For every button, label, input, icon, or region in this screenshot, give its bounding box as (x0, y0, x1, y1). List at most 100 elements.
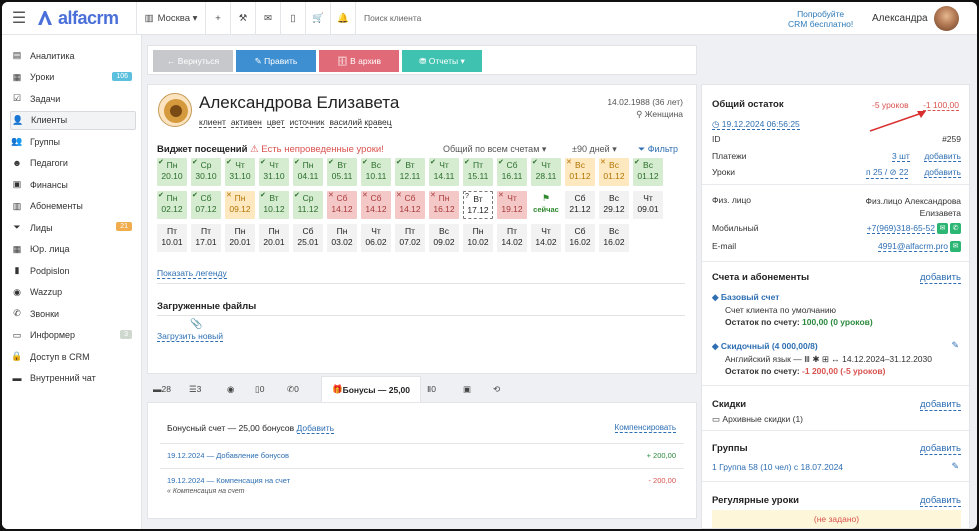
tab-0[interactable]: ▬ 28 (153, 376, 181, 402)
sidebar-item-12[interactable]: ✆ Звонки (10, 304, 136, 323)
attendance-cell[interactable]: Вс 09.02 (429, 224, 459, 252)
attendance-cell[interactable]: Чт 06.02 (361, 224, 391, 252)
attendance-cell[interactable]: ✔ Чт 31.10 (259, 158, 289, 186)
search-input[interactable]: Поиск клиента (356, 13, 656, 23)
attendance-cell[interactable]: ✔ Вт 10.12 (259, 191, 289, 219)
tab-3[interactable]: ▯ 0 (255, 376, 283, 402)
attendance-cell[interactable]: ✔ Вт 12.11 (395, 158, 425, 186)
attendance-cell[interactable]: ✕ Вс 01.12 (565, 158, 595, 186)
attendance-cell[interactable]: ✔ Вс 10.11 (361, 158, 391, 186)
attendance-cell[interactable]: ⚑ сейчас (531, 191, 561, 219)
upload-link[interactable]: Загрузить новый (157, 331, 223, 342)
attendance-cell[interactable]: Пт 17.01 (191, 224, 221, 252)
attendance-cell[interactable]: ✔ Сб 07.12 (191, 191, 221, 219)
hamburger-icon[interactable]: ☰ (2, 8, 36, 28)
attendance-cell[interactable]: ✔ Вт 05.11 (327, 158, 357, 186)
client-tag[interactable]: активен (230, 117, 262, 128)
tab-8[interactable]: ⟲ (493, 376, 521, 402)
sidebar-item-13[interactable]: ▭ Информер 3 (10, 326, 136, 345)
attendance-cell[interactable]: ? Вт 17.12 (463, 191, 493, 219)
balance-date[interactable]: ◷ 19.12.2024 06:56:25 (712, 119, 961, 130)
attendance-cell[interactable]: Пн 20.01 (225, 224, 255, 252)
attendance-cell[interactable]: ✔ Пн 20.10 (157, 158, 187, 186)
tab-6[interactable]: Ⅱ 0 (427, 376, 455, 402)
show-legend-link[interactable]: Показать легенду (157, 268, 227, 279)
unconducted-warning[interactable]: ⚠ Есть непроведенные уроки! (250, 144, 384, 155)
archive-button[interactable]: 🗄 В архив (319, 50, 399, 72)
reports-button[interactable]: ⛃ Отчеты ▾ (402, 50, 482, 72)
user-name[interactable]: Александра (872, 13, 928, 24)
bonus-entry-2[interactable]: 19.12.2024 — Компенсация на счет (167, 476, 290, 485)
attendance-cell[interactable]: ✕ Чт 19.12 (497, 191, 527, 219)
attendance-cell[interactable]: Пн 10.02 (463, 224, 493, 252)
attendance-cell[interactable]: ✔ Чт 31.10 (225, 158, 255, 186)
attendance-cell[interactable]: ✕ Пн 16.12 (429, 191, 459, 219)
client-tag[interactable]: источник (289, 117, 325, 128)
attendance-cell[interactable]: Пт 07.02 (395, 224, 425, 252)
tab-5[interactable]: 🎁 Бонусы — 25,00 (321, 376, 421, 402)
logo[interactable]: alfacrm (36, 8, 136, 29)
filter-button[interactable]: ⏷ Фильтр (638, 144, 678, 155)
attendance-cell[interactable]: ✔ Чт 28.11 (531, 158, 561, 186)
attendance-cell[interactable]: ✔ Сб 16.11 (497, 158, 527, 186)
client-tag[interactable]: цвет (266, 117, 285, 128)
client-tag[interactable]: клиент (199, 117, 226, 128)
sidebar-item-4[interactable]: 👥 Группы (10, 132, 136, 151)
bonus-entry-1[interactable]: 19.12.2024 — Добавление бонусов (167, 451, 289, 460)
attendance-cell[interactable]: Сб 21.12 (565, 191, 595, 219)
back-button[interactable]: ← Вернуться (153, 50, 233, 72)
attendance-cell[interactable]: ✕ Вс 01.12 (599, 158, 629, 186)
sidebar-item-10[interactable]: ▮ Podpislon (10, 261, 136, 280)
attendance-cell[interactable]: ✕ Сб 14.12 (361, 191, 391, 219)
bonus-add-link[interactable]: Добавить (296, 423, 335, 434)
attendance-cell[interactable]: ✔ Ср 11.12 (293, 191, 323, 219)
edit-icon[interactable]: ✎ (951, 340, 959, 351)
base-account[interactable]: ◆ Базовый счет (712, 292, 961, 303)
city-selector[interactable]: ▥ Москва ▾ (137, 2, 205, 35)
sidebar-item-11[interactable]: ◉ Wazzup (10, 283, 136, 302)
payments-add[interactable]: добавить (924, 151, 961, 162)
account-filter[interactable]: Общий по всем счетам ▾ (443, 144, 546, 155)
sidebar-item-3[interactable]: 👤 Клиенты (10, 110, 136, 130)
attendance-cell[interactable]: Вс 16.02 (599, 224, 629, 252)
attendance-cell[interactable]: Сб 25.01 (293, 224, 323, 252)
attendance-cell[interactable]: ✕ Сб 14.12 (395, 191, 425, 219)
promo-link[interactable]: Попробуйте CRM бесплатно! (788, 9, 853, 29)
edit-icon[interactable]: ✎ (951, 461, 959, 472)
tab-1[interactable]: ☰ 3 (189, 376, 217, 402)
cart-icon[interactable]: 🛒 (306, 2, 330, 35)
attendance-cell[interactable]: Вс 29.12 (599, 191, 629, 219)
attendance-cell[interactable]: ✔ Пн 04.11 (293, 158, 323, 186)
attendance-cell[interactable]: Пн 03.02 (327, 224, 357, 252)
avatar[interactable] (934, 6, 959, 31)
bell-icon[interactable]: 🔔 (331, 2, 355, 35)
archived-discounts[interactable]: ▭ Архивные скидки (1) (712, 414, 961, 425)
attendance-cell[interactable]: ✔ Пн 02.12 (157, 191, 187, 219)
group-item[interactable]: 1 Группа 58 (10 чел) с 18.07.2024 (712, 462, 961, 472)
tab-2[interactable]: ◉ (227, 376, 255, 402)
attendance-cell[interactable]: Пт 14.02 (497, 224, 527, 252)
sidebar-item-9[interactable]: ▦ Юр. лица (10, 240, 136, 259)
mail-icon[interactable]: ✉ (256, 2, 280, 35)
attendance-cell[interactable]: ✕ Пн 09.12 (225, 191, 255, 219)
lessons-add[interactable]: добавить (924, 167, 961, 178)
days-filter[interactable]: ±90 дней ▾ (572, 144, 617, 155)
sidebar-item-0[interactable]: ▤ Аналитика (10, 46, 136, 65)
sidebar-item-5[interactable]: ☻ Педагоги (10, 154, 136, 173)
wrench-icon[interactable]: ⚒ (231, 2, 255, 35)
attendance-cell[interactable]: ✔ Вс 01.12 (633, 158, 663, 186)
attendance-cell[interactable]: ✔ Ср 30.10 (191, 158, 221, 186)
attendance-cell[interactable]: Сб 16.02 (565, 224, 595, 252)
attendance-cell[interactable]: Чт 09.01 (633, 191, 663, 219)
sidebar-item-14[interactable]: 🔒 Доступ в CRM (10, 347, 136, 366)
sidebar-item-7[interactable]: ▥ Абонементы (10, 197, 136, 216)
attendance-cell[interactable]: Чт 14.02 (531, 224, 561, 252)
attendance-cell[interactable]: Пн 20.01 (259, 224, 289, 252)
sidebar-item-2[interactable]: ☑ Задачи (10, 89, 136, 108)
sidebar-item-8[interactable]: ⏷ Лиды 21 (10, 218, 136, 237)
attendance-cell[interactable]: Пт 10.01 (157, 224, 187, 252)
sidebar-item-15[interactable]: ▬ Внутренний чат (10, 369, 136, 388)
tab-7[interactable]: ▣ (463, 376, 491, 402)
client-tag[interactable]: василий кравец (329, 117, 392, 128)
tab-4[interactable]: ✆ 0 (287, 376, 317, 402)
